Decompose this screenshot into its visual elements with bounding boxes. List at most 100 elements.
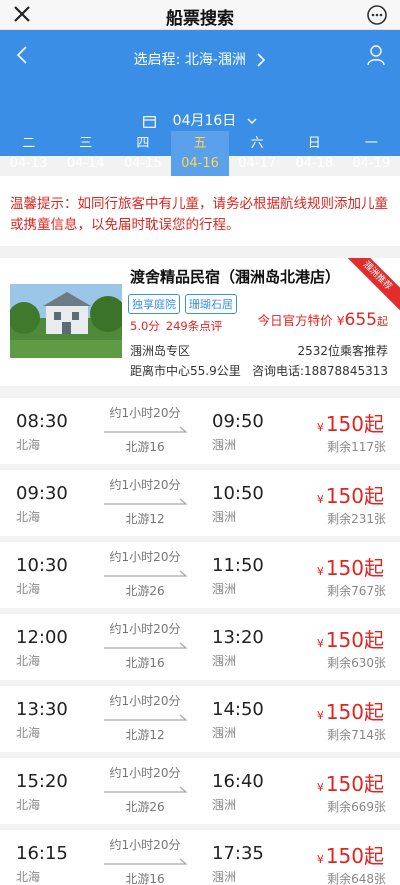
route-value: 北海-涠洲 [184, 52, 246, 68]
ticket-price: ¥150起 [317, 552, 384, 581]
ship-name: 北游12 [125, 512, 165, 526]
ship-name: 北游12 [125, 728, 165, 742]
trip-duration: 约1小时20分 [109, 838, 181, 852]
trip-duration: 约1小时20分 [109, 550, 181, 564]
price-value: 150起 [325, 844, 384, 868]
trip-row[interactable]: 16:15 北海 约1小时20分 北游16 17:35 涠洲 ¥150起 剩余6… [0, 830, 400, 885]
hotel-recommend-count: 2532位乘客推荐 [297, 344, 388, 358]
ticket-price: ¥150起 [317, 480, 384, 509]
route-arrow-icon [104, 858, 188, 865]
departure-port: 北海 [16, 510, 41, 524]
arrival-port: 涠洲 [212, 870, 237, 884]
arrival-time: 16:40 [212, 771, 264, 792]
day-weekday: 日 [307, 136, 321, 151]
day-tab-active[interactable]: 五 04-16 [171, 131, 229, 176]
departure-time: 16:15 [16, 843, 68, 864]
trip-row[interactable]: 09:30 北海 约1小时20分 北游12 10:50 涠洲 ¥150起 剩余2… [0, 470, 400, 536]
price-value: 150起 [325, 412, 384, 436]
hotel-card[interactable]: 渡舍精品民宿（涠洲岛北港店） 涠洲推荐 独享庭院 珊瑚石居 5.0分 249条点评… [0, 258, 400, 386]
page-title: 船票搜索 [166, 9, 234, 29]
hotel-tag: 独享庭院 [128, 294, 180, 314]
trip-row[interactable]: 12:00 北海 约1小时20分 北游16 13:20 涠洲 ¥150起 剩余6… [0, 614, 400, 680]
hotel-rating: 5.0分 249条点评 [130, 318, 222, 334]
ticket-price: ¥150起 [317, 408, 384, 437]
arrival-time: 11:50 [212, 555, 264, 576]
arrival-port: 涠洲 [212, 438, 237, 452]
departure-port: 北海 [16, 726, 41, 740]
hotel-reviews: 249条点评 [165, 319, 223, 333]
date-selector[interactable]: 04月16日 [0, 110, 400, 130]
recommend-ribbon: 涠洲推荐 [346, 258, 400, 312]
hotel-tags: 独享庭院 珊瑚石居 [128, 294, 237, 314]
day-date: 04-13 [9, 156, 48, 171]
ticket-price: ¥150起 [317, 624, 384, 653]
arrival-port: 涠洲 [212, 726, 237, 740]
hotel-tag: 珊瑚石居 [185, 294, 237, 314]
top-bar: 船票搜索 [0, 0, 400, 30]
day-weekday: 三 [79, 136, 93, 151]
arrival-port: 涠洲 [212, 654, 237, 668]
more-icon[interactable] [366, 4, 388, 26]
day-tab[interactable]: 日 04-18 [286, 131, 343, 176]
day-weekday: 二 [22, 136, 36, 151]
chevron-down-icon [247, 118, 257, 124]
departure-time: 10:30 [16, 555, 68, 576]
ticket-price: ¥150起 [317, 768, 384, 797]
day-weekday: 五 [193, 136, 207, 151]
price-currency: ¥ [316, 421, 324, 434]
price-currency: ¥ [316, 493, 324, 506]
trip-duration: 约1小时20分 [109, 694, 181, 708]
day-tab[interactable]: 六 04-17 [229, 131, 286, 176]
price-value: 150起 [325, 772, 384, 796]
hotel-score: 5.0分 [130, 319, 160, 333]
trip-duration: 约1小时20分 [109, 766, 181, 780]
trip-row[interactable]: 08:30 北海 约1小时20分 北游16 09:50 涠洲 ¥150起 剩余1… [0, 398, 400, 464]
day-strip: 二 04-13 三 04-14 四 04-15 五 04-16 六 04-17 日 04-1… [0, 131, 400, 176]
special-price: 655 [344, 310, 377, 330]
price-value: 150起 [325, 700, 384, 724]
trip-row[interactable]: 15:20 北海 约1小时20分 北游26 16:40 涠洲 ¥150起 剩余6… [0, 758, 400, 824]
price-value: 150起 [325, 628, 384, 652]
route-selector[interactable]: 选启程: 北海-涠洲 [0, 49, 400, 69]
price-currency: ¥ [316, 565, 324, 578]
day-date: 04-15 [123, 156, 162, 171]
selected-date: 04月16日 [172, 113, 237, 129]
day-date: 04-19 [352, 156, 391, 171]
arrival-time: 10:50 [212, 483, 264, 504]
special-unit: 起 [377, 315, 388, 328]
ship-name: 北游26 [125, 800, 165, 814]
day-tab[interactable]: 一 04-19 [343, 131, 400, 176]
day-tab[interactable]: 三 04-14 [57, 131, 114, 176]
departure-time: 12:00 [16, 627, 68, 648]
tickets-remaining: 剩余630张 [327, 656, 386, 670]
departure-time: 15:20 [16, 771, 68, 792]
price-currency: ¥ [316, 637, 324, 650]
trip-list: 08:30 北海 约1小时20分 北游16 09:50 涠洲 ¥150起 剩余1… [0, 398, 400, 885]
route-label: 选启程: [133, 52, 181, 68]
day-tab[interactable]: 二 04-13 [0, 131, 57, 176]
route-arrow-icon [104, 642, 188, 649]
day-tab[interactable]: 四 04-15 [114, 131, 171, 176]
ticket-price: ¥150起 [317, 840, 384, 869]
price-value: 150起 [325, 556, 384, 580]
price-currency: ¥ [316, 781, 324, 794]
user-icon[interactable] [366, 44, 386, 66]
departure-port: 北海 [16, 870, 41, 884]
departure-port: 北海 [16, 438, 41, 452]
arrival-time: 13:20 [212, 627, 264, 648]
ship-name: 北游16 [125, 440, 165, 454]
departure-port: 北海 [16, 654, 41, 668]
trip-row[interactable]: 13:30 北海 约1小时20分 北游12 14:50 涠洲 ¥150起 剩余7… [0, 686, 400, 752]
calendar-icon [143, 115, 157, 128]
ribbon-label: 涠洲推荐 [346, 258, 400, 312]
ship-name: 北游16 [125, 872, 165, 885]
hotel-phone[interactable]: 咨询电话:18878845313 [252, 362, 388, 379]
trip-row[interactable]: 10:30 北海 约1小时20分 北游26 11:50 涠洲 ¥150起 剩余7… [0, 542, 400, 608]
chevron-right-icon [257, 53, 266, 67]
ship-name: 北游16 [125, 656, 165, 670]
arrival-time: 14:50 [212, 699, 264, 720]
hotel-photo [10, 284, 122, 358]
day-date: 04-18 [295, 156, 334, 171]
route-arrow-icon [104, 570, 188, 577]
day-date: 04-16 [181, 156, 219, 171]
